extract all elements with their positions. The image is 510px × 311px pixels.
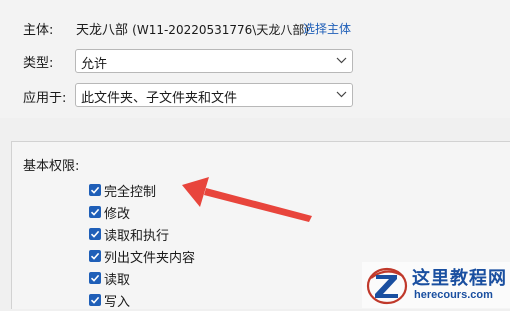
select-principal-link[interactable]: 选择主体 — [303, 20, 351, 37]
permission-label: 完全控制 — [104, 184, 157, 200]
checkmark-icon — [90, 230, 100, 238]
permission-label: 读取 — [104, 272, 131, 288]
permission-label: 列出文件夹内容 — [104, 250, 196, 266]
permission-entry-header: 主体: 天龙八部 (W11-20220531776\天龙八部) 选择主体 类型:… — [0, 0, 510, 118]
applies-to-dropdown-value: 此文件夹、子文件夹和文件 — [81, 91, 238, 106]
watermark-logo: 这里教程网 herecours.com — [362, 262, 510, 308]
principal-label: 主体: — [23, 23, 54, 38]
permission-modify[interactable]: 修改 — [89, 201, 195, 223]
principal-value: 天龙八部 (W11-20220531776\天龙八部) — [76, 19, 309, 38]
basic-permissions-heading: 基本权限: — [23, 159, 80, 174]
permission-read-execute[interactable]: 读取和执行 — [89, 223, 195, 245]
checkbox-checked[interactable] — [89, 272, 101, 284]
applies-to-dropdown[interactable]: 此文件夹、子文件夹和文件 — [75, 83, 353, 107]
permission-label: 写入 — [104, 294, 131, 310]
permission-read[interactable]: 读取 — [89, 267, 195, 289]
checkbox-checked[interactable] — [89, 184, 101, 196]
applies-to-label: 应用于: — [23, 91, 67, 106]
checkmark-icon — [90, 186, 100, 194]
checkbox-checked[interactable] — [89, 294, 101, 306]
permission-label: 读取和执行 — [104, 228, 170, 244]
chevron-down-icon — [336, 57, 347, 64]
permission-label: 修改 — [104, 206, 131, 222]
permission-list: 完全控制 修改 读取和执行 列出文件夹内容 读取 写入 — [89, 179, 195, 311]
type-dropdown[interactable]: 允许 — [75, 49, 353, 73]
chevron-down-icon — [336, 91, 347, 98]
type-dropdown-value: 允许 — [81, 57, 108, 72]
principal-name: 天龙八部 — [76, 23, 129, 38]
permission-list-folder[interactable]: 列出文件夹内容 — [89, 245, 195, 267]
type-label: 类型: — [23, 56, 54, 71]
checkmark-icon — [90, 252, 100, 260]
z-circle-logo-icon — [366, 267, 408, 305]
checkbox-checked[interactable] — [89, 250, 101, 262]
permission-full-control[interactable]: 完全控制 — [89, 179, 195, 201]
checkmark-icon — [90, 296, 100, 304]
checkbox-checked[interactable] — [89, 206, 101, 218]
principal-account: (W11-20220531776\天龙八部) — [132, 23, 310, 37]
watermark-url: herecours.com — [414, 289, 493, 301]
checkbox-checked[interactable] — [89, 228, 101, 240]
checkmark-icon — [90, 208, 100, 216]
checkmark-icon — [90, 274, 100, 282]
watermark-title: 这里教程网 — [412, 268, 507, 289]
